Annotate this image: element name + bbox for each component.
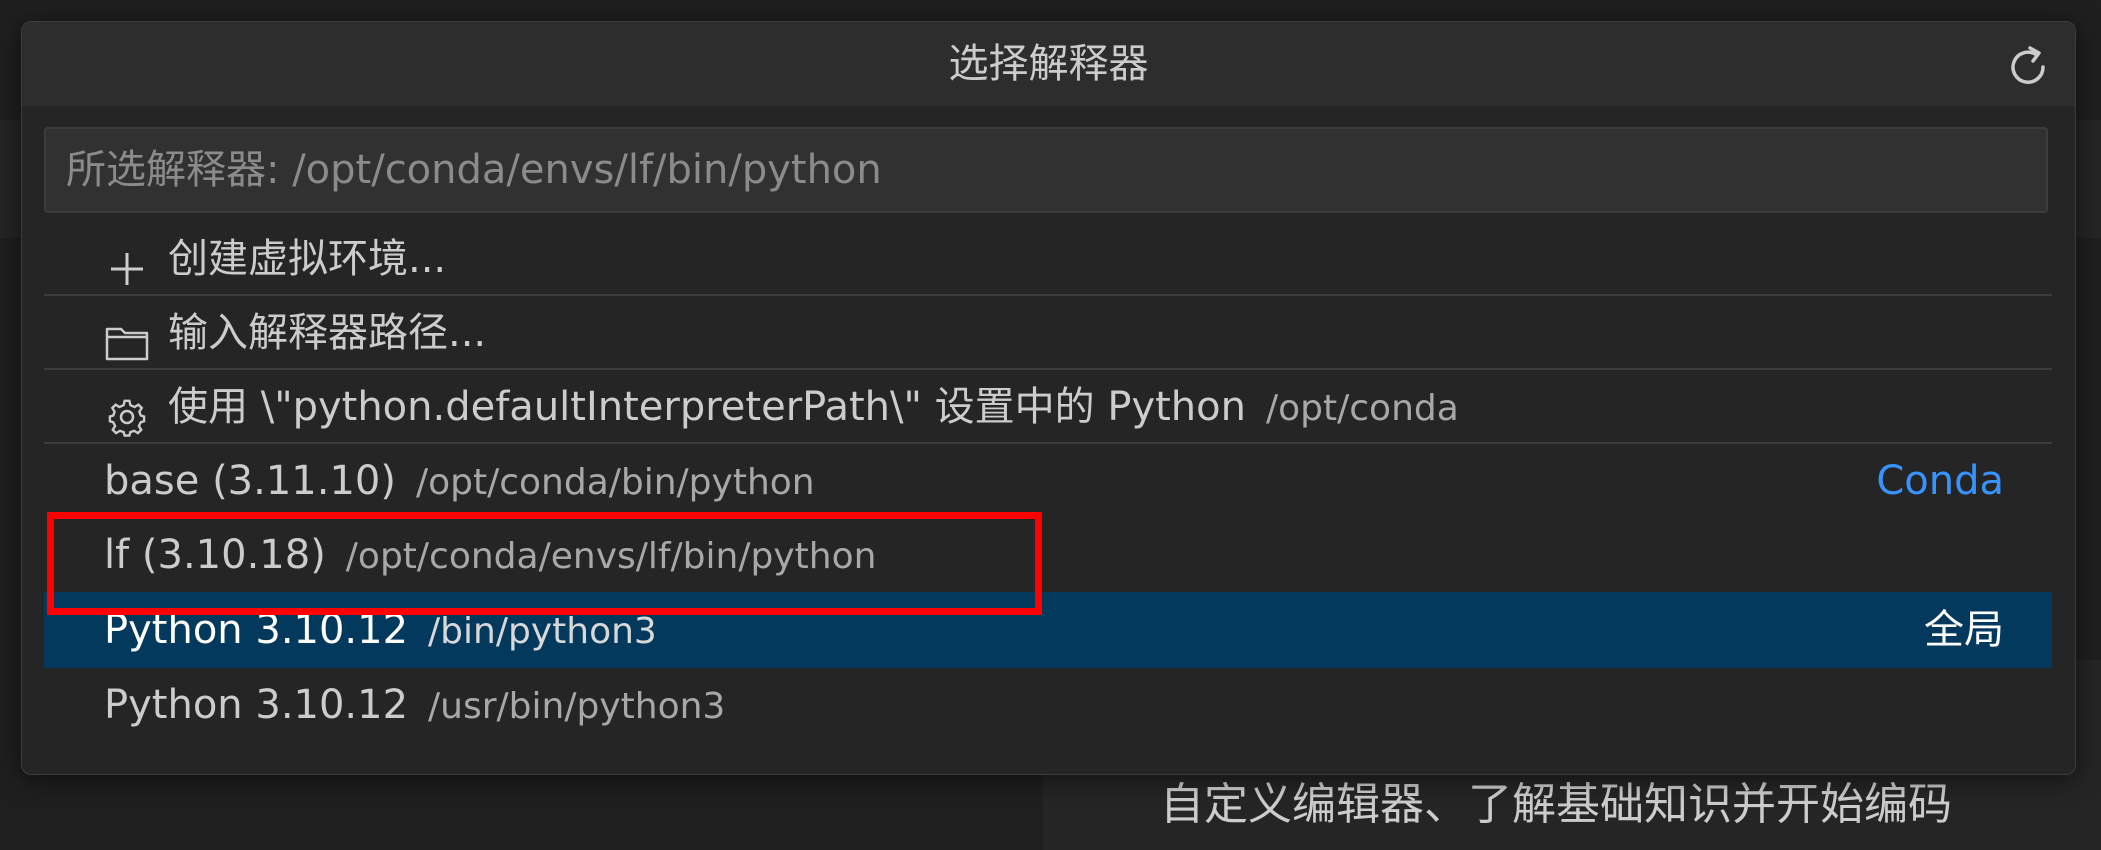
list-item-interpreter-python-global[interactable]: Python 3.10.12/bin/python3 全局 (44, 592, 2052, 668)
plus-icon (104, 239, 150, 285)
global-tag: 全局 (1924, 607, 2004, 653)
list-item-label: lf (3.10.18) (104, 532, 326, 578)
list-item-label: 创建虚拟环境... (168, 236, 447, 282)
list-item-interpreter-base[interactable]: base (3.11.10) /opt/conda/bin/python Cond… (44, 444, 2052, 518)
list-item-description: /opt/conda/envs/lf/bin/python (345, 536, 877, 577)
list-item-create-venv[interactable]: 创建虚拟环境... (44, 222, 2052, 296)
welcome-panel-text: 自定义编辑器、了解基础知识并开始编码 (1160, 779, 1952, 830)
quick-pick-title: 选择解释器 (22, 22, 2075, 106)
refresh-icon[interactable] (2003, 42, 2053, 92)
interpreter-quick-pick: 选择解释器 创建虚拟环境... 输入解释器路径... (21, 21, 2076, 775)
list-item-interpreter-python-usr[interactable]: Python 3.10.12/usr/bin/python3 (44, 668, 2052, 742)
list-item-label: Python 3.10.12 (104, 682, 409, 728)
list-item-interpreter-lf[interactable]: lf (3.10.18) /opt/conda/envs/lf/bin/pytho… (44, 518, 2052, 592)
list-item-enter-path[interactable]: 输入解释器路径... (44, 296, 2052, 370)
list-item-description: /usr/bin/python3 (428, 686, 726, 727)
list-item-label: 输入解释器路径... (168, 310, 487, 356)
list-item-label: 使用 \"python.defaultInterpreterPath\" 设置中… (168, 384, 1246, 430)
list-item-default-interpreter[interactable]: 使用 \"python.defaultInterpreterPath\" 设置中… (44, 370, 2052, 444)
conda-tag: Conda (1876, 458, 2004, 504)
list-item-description: /opt/conda (1266, 388, 1459, 429)
list-item-label: base (3.11.10) (104, 458, 396, 504)
list-item-description: /opt/conda/bin/python (415, 462, 815, 503)
list-item-label: Python 3.10.12 (104, 607, 409, 653)
interpreter-list: 创建虚拟环境... 输入解释器路径... 使用 \"python.default… (44, 222, 2052, 742)
folder-icon (104, 313, 150, 361)
interpreter-search-input[interactable] (44, 127, 2048, 213)
list-item-description: /bin/python3 (428, 611, 657, 652)
gear-icon (104, 387, 150, 437)
